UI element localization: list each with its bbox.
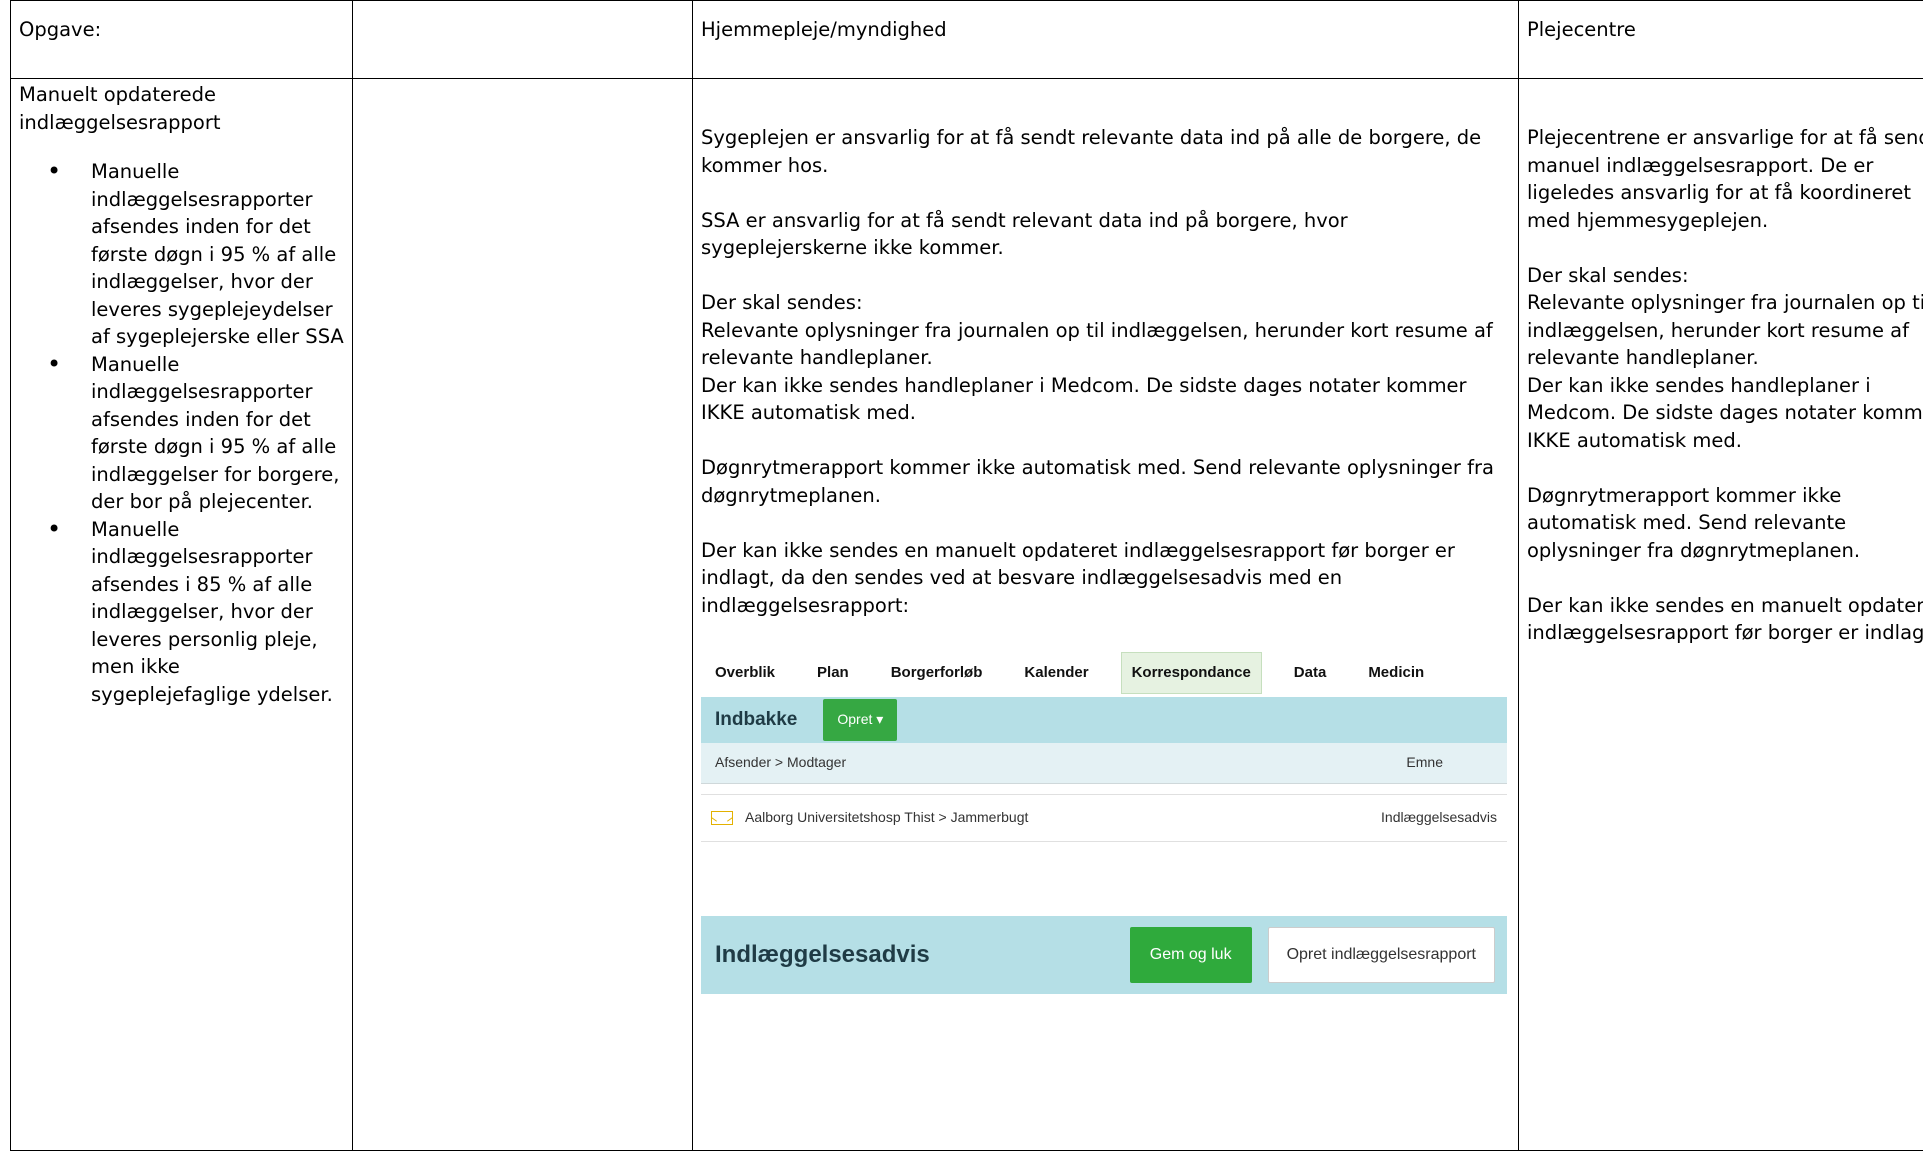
tab-overblik[interactable]: Overblik (701, 653, 785, 693)
advis-title: Indlæggelsesadvis (715, 941, 1130, 969)
paragraph: Døgnrytmerapport kommer ikke automatisk … (1527, 482, 1923, 565)
tab-kalender[interactable]: Kalender (1014, 653, 1098, 693)
paragraph: Relevante oplysninger fra journalen op t… (1527, 289, 1923, 372)
paragraph-heading: Der skal sendes: (701, 289, 1510, 317)
inbox-title: Indbakke (715, 706, 797, 734)
header-opgave: Opgave: (11, 1, 353, 79)
document-table: Opgave: Hjemmepleje/myndighed Plejecentr… (10, 0, 1923, 1151)
advis-bar: Indlæggelsesadvis Gem og luk Opret indlæ… (701, 916, 1507, 994)
envelope-icon (711, 811, 733, 825)
column-sender[interactable]: Afsender > Modtager (715, 749, 846, 777)
paragraph-heading: Der skal sendes: (1527, 262, 1923, 290)
plejecentre-cell: Plejecentrene er ansvarlige for at få se… (1519, 79, 1923, 1151)
paragraph: Plejecentrene er ansvarlige for at få se… (1527, 124, 1923, 234)
tab-bar: Overblik Plan Borgerforløb Kalender Korr… (701, 649, 1507, 697)
task-title-line1: Manuelt opdaterede (19, 81, 344, 109)
header-hjemmepleje: Hjemmepleje/myndighed (693, 1, 1519, 79)
gem-og-luk-button[interactable]: Gem og luk (1130, 927, 1252, 983)
embedded-screenshot: Overblik Plan Borgerforløb Kalender Korr… (701, 649, 1507, 994)
column-subject[interactable]: Emne (1406, 749, 1443, 777)
empty-cell (353, 79, 693, 1151)
header-row: Opgave: Hjemmepleje/myndighed Plejecentr… (11, 1, 1923, 79)
paragraph: Der kan ikke sendes en manuelt opdateret… (701, 537, 1510, 620)
requirement-item: Manuelle indlæggelsesrapporter afsendes … (19, 351, 344, 516)
requirement-item: Manuelle indlæggelsesrapporter afsendes … (19, 516, 344, 709)
header-plejecentre: Plejecentre (1519, 1, 1923, 79)
opret-indlaeggelsesrapport-button[interactable]: Opret indlæggelsesrapport (1268, 927, 1495, 983)
paragraph: Døgnrytmerapport kommer ikke automatisk … (701, 454, 1510, 509)
header-empty (353, 1, 693, 79)
inbox-column-headers: Afsender > Modtager Emne (701, 743, 1507, 784)
paragraph: Der kan ikke sendes en manuelt opdateret… (1527, 592, 1923, 647)
content-row: Manuelt opdaterede indlæggelsesrapport M… (11, 79, 1923, 1151)
task-title-line2: indlæggelsesrapport (19, 109, 344, 137)
tab-plan[interactable]: Plan (807, 653, 859, 693)
hjemmepleje-cell: Sygeplejen er ansvarlig for at få sendt … (693, 79, 1519, 1151)
tab-korrespondance[interactable]: Korrespondance (1121, 652, 1262, 694)
requirement-list: Manuelle indlæggelsesrapporter afsendes … (19, 158, 344, 708)
message-from: Aalborg Universitetshosp Thist > Jammerb… (745, 804, 1028, 832)
inbox-message-row[interactable]: Aalborg Universitetshosp Thist > Jammerb… (701, 794, 1507, 842)
message-subject: Indlæggelsesadvis (1381, 804, 1497, 832)
tab-medicin[interactable]: Medicin (1358, 653, 1434, 693)
tab-data[interactable]: Data (1284, 653, 1337, 693)
message-sender-cell: Aalborg Universitetshosp Thist > Jammerb… (711, 804, 1028, 832)
requirement-item: Manuelle indlæggelsesrapporter afsendes … (19, 158, 344, 351)
paragraph: Der kan ikke sendes handleplaner i Medco… (1527, 372, 1923, 455)
opret-button[interactable]: Opret ▾ (823, 699, 897, 741)
paragraph: Der kan ikke sendes handleplaner i Medco… (701, 372, 1510, 427)
paragraph: SSA er ansvarlig for at få sendt relevan… (701, 207, 1510, 262)
task-cell: Manuelt opdaterede indlæggelsesrapport M… (11, 79, 353, 1151)
paragraph: Relevante oplysninger fra journalen op t… (701, 317, 1510, 372)
inbox-bar: Indbakke Opret ▾ (701, 697, 1507, 743)
paragraph: Sygeplejen er ansvarlig for at få sendt … (701, 124, 1510, 179)
tab-borgerforlob[interactable]: Borgerforløb (881, 653, 993, 693)
